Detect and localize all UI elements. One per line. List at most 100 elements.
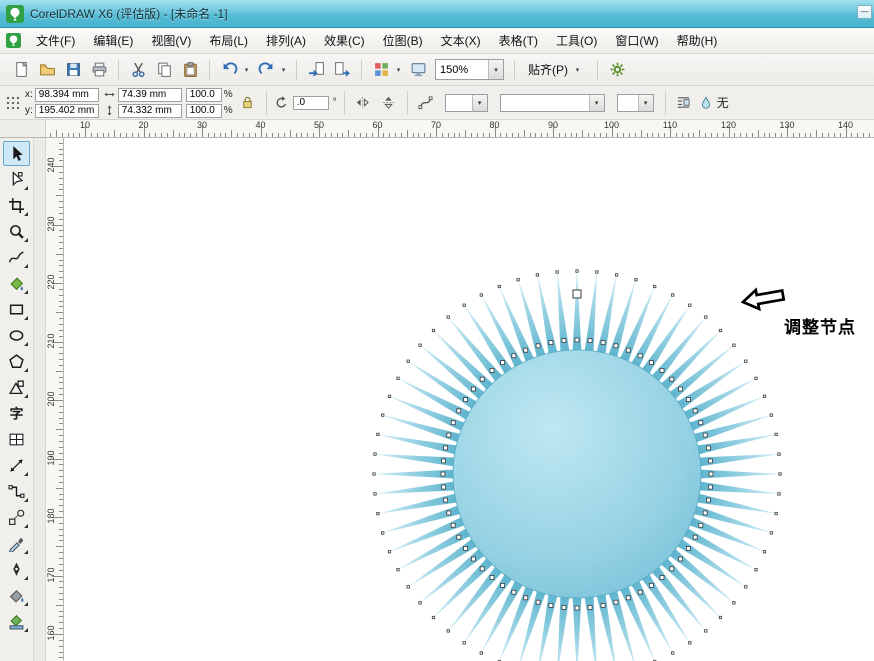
snap-to-dropdown[interactable]: 贴齐(P)▾ [521,58,591,81]
menu-text[interactable]: 文本(X) [432,28,490,53]
lock-ratio-button[interactable] [237,92,259,114]
save-icon [65,61,82,78]
outline-unit-dropdown-button[interactable]: ▾ [638,95,653,111]
title-bar[interactable]: CorelDRAW X6 (评估版) - [未命名 -1] — [0,0,874,28]
scale-y-input[interactable] [186,104,222,118]
export-button[interactable] [330,58,354,82]
drawing-canvas[interactable]: 调整节点 [64,138,874,661]
outline-style-dropdown-button[interactable]: ▾ [472,95,487,111]
outline-unit-input[interactable] [618,96,638,110]
ellipse-tool[interactable] [3,323,30,348]
menu-bitmaps[interactable]: 位图(B) [374,28,432,53]
wrap-text-button[interactable] [673,92,695,114]
undo-button[interactable] [217,58,241,82]
application-launcher-dropdown-button[interactable]: ▾ [394,66,403,74]
vertical-ruler[interactable]: 240230220210200190180170160 [46,138,64,661]
menu-effects[interactable]: 效果(C) [315,28,374,53]
zoom-dropdown-button[interactable]: ▾ [488,60,503,79]
hruler-label: 130 [779,120,794,130]
ruler-tick [126,133,127,137]
ruler-tick [693,133,694,137]
horizontal-ruler[interactable]: 102030405060708090100110120130140 [46,120,874,137]
scale-x-input[interactable] [186,88,222,102]
ruler-tick [606,133,607,137]
blend-tool[interactable] [3,505,30,530]
svg-text:字: 字 [10,405,24,421]
smart-fill-tool[interactable] [3,271,30,296]
basic-shapes-tool[interactable] [3,375,30,400]
zoom-level-input[interactable] [436,61,488,78]
ruler-tick [196,133,197,137]
ruler-tick [296,133,297,137]
open-button[interactable] [35,58,59,82]
crop-tool-icon [8,197,25,214]
zoom-tool[interactable] [3,219,30,244]
rectangle-tool[interactable] [3,297,30,322]
import-button[interactable] [304,58,328,82]
menu-file[interactable]: 文件(F) [27,28,84,53]
object-x-input[interactable] [35,88,99,102]
shape-tool[interactable] [3,167,30,192]
freehand-tool[interactable] [3,245,30,270]
ruler-tick [59,476,63,477]
ruler-tick [59,394,63,395]
eyedropper-tool[interactable] [3,531,30,556]
starburst-circle[interactable] [453,350,701,598]
options-button[interactable] [605,58,629,82]
undo-dropdown-button[interactable]: ▾ [242,66,251,74]
outline-pen-tool[interactable] [3,557,30,582]
separator [266,91,267,115]
object-y-input[interactable] [35,104,99,118]
polygon-tool[interactable] [3,349,30,374]
rotation-angle-input[interactable] [293,96,329,110]
drawing-svg[interactable] [64,138,874,661]
ruler-origin-corner[interactable] [0,120,46,137]
ruler-tick [506,133,507,137]
separator [407,91,408,115]
interactive-fill-tool[interactable] [3,609,30,634]
minimize-button[interactable]: — [857,5,872,19]
object-height-input[interactable] [118,104,182,118]
ruler-tick [249,133,250,137]
menu-layout[interactable]: 布局(L) [200,28,257,53]
outline-style-input[interactable] [446,96,472,110]
redo-button[interactable] [254,58,278,82]
ruler-tick [688,133,689,137]
menu-edit[interactable]: 编辑(E) [84,28,142,53]
vruler-label: 160 [46,621,56,645]
pick-tool[interactable] [3,141,30,166]
menu-view[interactable]: 视图(V) [142,28,200,53]
menu-arrange[interactable]: 排列(A) [257,28,315,53]
application-launcher-button[interactable] [369,58,393,82]
cut-button[interactable] [126,58,150,82]
ruler-tick [225,133,226,137]
ruler-tick [664,133,665,137]
flyout-indicator-icon [24,550,28,554]
table-tool[interactable] [3,427,30,452]
menu-table[interactable]: 表格(T) [490,28,547,53]
connector-tool[interactable] [3,479,30,504]
save-button[interactable] [61,58,85,82]
new-document-button[interactable] [9,58,33,82]
menu-tools[interactable]: 工具(O) [547,28,606,53]
ruler-tick [56,371,63,372]
copy-button[interactable] [152,58,176,82]
mirror-vertical-button[interactable] [378,92,400,114]
redo-dropdown-button[interactable]: ▾ [279,66,288,74]
convert-to-curve-button[interactable] [415,92,437,114]
crop-tool[interactable] [3,193,30,218]
menu-window[interactable]: 窗口(W) [606,28,667,53]
welcome-screen-button[interactable] [406,58,430,82]
ruler-tick [290,130,291,137]
paste-button[interactable] [178,58,202,82]
print-button[interactable] [87,58,111,82]
text-tool[interactable]: 字 [3,401,30,426]
fill-tool[interactable] [3,583,30,608]
ruler-tick [59,470,63,471]
mirror-horizontal-button[interactable] [352,92,374,114]
menu-help[interactable]: 帮助(H) [668,28,727,53]
dimension-tool[interactable] [3,453,30,478]
object-width-input[interactable] [118,88,182,102]
outline-width-input[interactable] [501,96,589,110]
outline-width-dropdown-button[interactable]: ▾ [589,95,604,111]
